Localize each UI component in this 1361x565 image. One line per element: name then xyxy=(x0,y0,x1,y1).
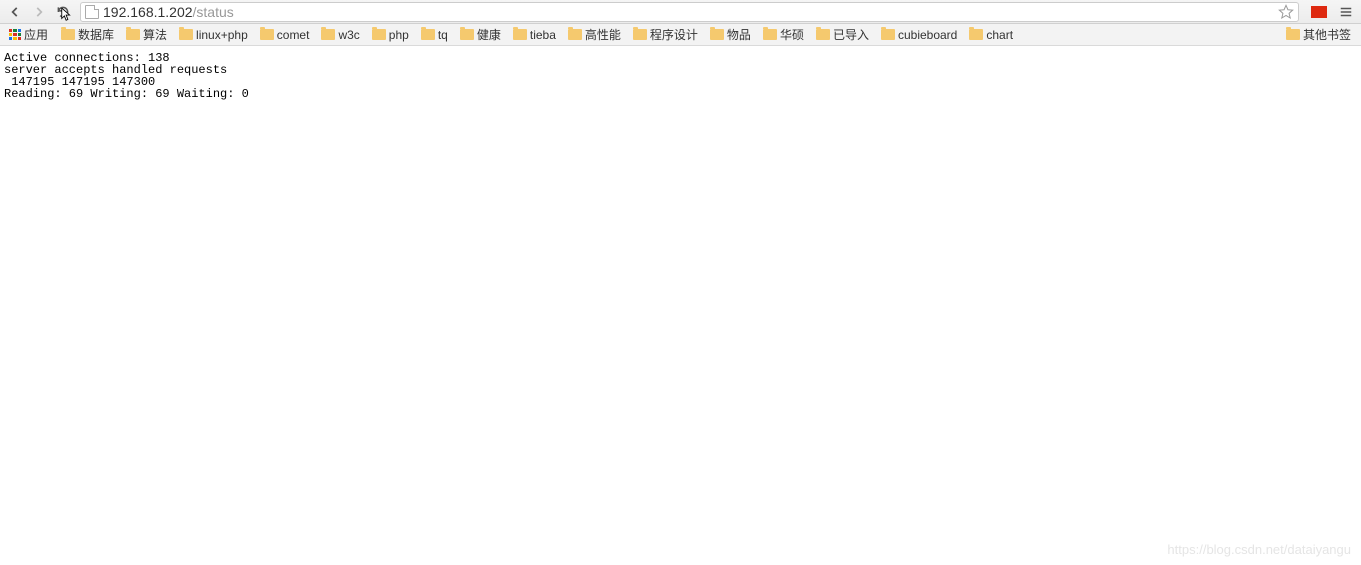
folder-icon xyxy=(710,29,724,40)
folder-icon xyxy=(61,29,75,40)
bookmark-item[interactable]: comet xyxy=(254,27,316,43)
watermark: https://blog.csdn.net/dataiyangu xyxy=(1167,542,1351,557)
bookmark-label: 已导入 xyxy=(833,26,869,43)
extension-icon[interactable] xyxy=(1311,6,1327,18)
folder-icon xyxy=(513,29,527,40)
bookmark-item[interactable]: 物品 xyxy=(704,25,757,44)
folder-icon xyxy=(179,29,193,40)
bookmark-item[interactable]: 程序设计 xyxy=(627,25,704,44)
bookmark-label: 健康 xyxy=(477,26,501,43)
bookmark-label: 程序设计 xyxy=(650,26,698,43)
other-bookmarks-label: 其他书签 xyxy=(1303,26,1351,43)
bookmark-item[interactable]: cubieboard xyxy=(875,27,963,43)
bookmark-item[interactable]: 健康 xyxy=(454,25,507,44)
folder-icon xyxy=(321,29,335,40)
apps-launcher[interactable]: 应用 xyxy=(4,25,53,44)
browser-toolbar: 192.168.1.202/status xyxy=(0,0,1361,24)
folder-icon xyxy=(763,29,777,40)
folder-icon xyxy=(881,29,895,40)
folder-icon xyxy=(126,29,140,40)
reload-button[interactable] xyxy=(52,2,74,22)
bookmark-item[interactable]: 高性能 xyxy=(562,25,627,44)
apps-label: 应用 xyxy=(24,26,48,43)
folder-icon xyxy=(816,29,830,40)
back-button[interactable] xyxy=(4,2,26,22)
bookmark-label: php xyxy=(389,28,409,42)
forward-button[interactable] xyxy=(28,2,50,22)
bookmark-label: tq xyxy=(438,28,448,42)
bookmark-item[interactable]: php xyxy=(366,27,415,43)
bookmark-item[interactable]: 已导入 xyxy=(810,25,875,44)
folder-icon xyxy=(260,29,274,40)
bookmark-label: chart xyxy=(986,28,1013,42)
bookmark-label: comet xyxy=(277,28,310,42)
bookmark-label: 高性能 xyxy=(585,26,621,43)
address-bar[interactable]: 192.168.1.202/status xyxy=(80,2,1299,22)
bookmark-label: 华硕 xyxy=(780,26,804,43)
bookmark-star-icon[interactable] xyxy=(1278,4,1294,20)
folder-icon xyxy=(568,29,582,40)
folder-icon xyxy=(969,29,983,40)
page-icon xyxy=(85,5,99,19)
bookmark-label: 物品 xyxy=(727,26,751,43)
url-text: 192.168.1.202/status xyxy=(103,4,1274,20)
apps-grid-icon xyxy=(9,29,21,41)
folder-icon xyxy=(460,29,474,40)
page-content: Active connections: 138 server accepts h… xyxy=(0,46,1361,106)
folder-icon xyxy=(421,29,435,40)
menu-button[interactable] xyxy=(1335,2,1357,22)
other-bookmarks[interactable]: 其他书签 xyxy=(1280,25,1357,44)
bookmark-label: linux+php xyxy=(196,28,248,42)
bookmark-label: 数据库 xyxy=(78,26,114,43)
bookmark-item[interactable]: 华硕 xyxy=(757,25,810,44)
bookmark-item[interactable]: linux+php xyxy=(173,27,254,43)
bookmarks-bar: 应用 数据库 算法 linux+php comet w3c php tq 健康 tieba 高性能… xyxy=(0,24,1361,46)
bookmark-label: tieba xyxy=(530,28,556,42)
bookmark-label: w3c xyxy=(338,28,359,42)
folder-icon xyxy=(372,29,386,40)
bookmark-item[interactable]: tq xyxy=(415,27,454,43)
bookmark-item[interactable]: 数据库 xyxy=(55,25,120,44)
folder-icon xyxy=(633,29,647,40)
bookmark-item[interactable]: 算法 xyxy=(120,25,173,44)
bookmark-label: cubieboard xyxy=(898,28,957,42)
folder-icon xyxy=(1286,29,1300,40)
bookmark-label: 算法 xyxy=(143,26,167,43)
bookmark-item[interactable]: w3c xyxy=(315,27,365,43)
bookmark-item[interactable]: tieba xyxy=(507,27,562,43)
bookmark-item[interactable]: chart xyxy=(963,27,1019,43)
